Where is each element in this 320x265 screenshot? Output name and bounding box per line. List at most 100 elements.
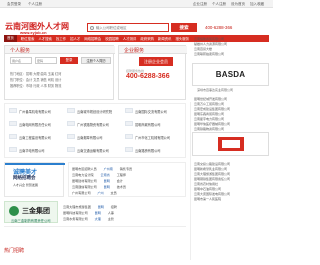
right-list-2-item-1[interactable]: 云南交投公路建设有限公司 — [194, 162, 230, 166]
company-item[interactable]: 广州铁路物资有限公司 — [77, 122, 109, 127]
nav-talent-search[interactable]: 人才搜索 — [38, 36, 52, 41]
company-logo-thumb — [125, 121, 133, 126]
nav-headhunter[interactable]: 猎头服务 — [175, 36, 189, 41]
company-logo-thumb — [67, 108, 75, 113]
password-field[interactable] — [35, 57, 57, 64]
topbar-left-links: 会员登录 个人注册 — [7, 2, 42, 7]
right-list-2-item-7[interactable]: 云南大唐国际发电有限公司 — [194, 192, 230, 196]
job-row[interactable]: 广州有限公司 广州 文员 — [72, 190, 117, 195]
enterprise-register-button[interactable]: 注册企业会员 — [139, 57, 173, 66]
center-title: 企业服务 — [124, 48, 145, 54]
company-item[interactable]: 云南城市规划设计研究院 — [77, 109, 112, 114]
job-company: 昆明建材有限公司 — [72, 179, 97, 183]
enterprise-service-panel: 企业服务 注册企业会员 招聘服务热线 400-6288-366 — [118, 45, 187, 100]
search-input[interactable] — [96, 25, 166, 31]
nav-job-search[interactable]: 职位搜索 — [21, 36, 35, 41]
company-item[interactable]: 云南工程建设有限公司 — [19, 135, 51, 140]
job-row[interactable]: 云南电力设计院 云南省 工程师 — [72, 172, 126, 177]
login-form: 登录 注册个人简历 — [10, 57, 114, 66]
job-title: 工程师 — [116, 173, 126, 177]
job-company: 昆明市区招聘人员 — [72, 167, 97, 171]
bottom-title: 人事 — [107, 211, 114, 215]
right-ad-2[interactable]: 楚雄州人力资源有限公司 — [194, 42, 227, 46]
company-item[interactable]: 云南交通运输有限公司 — [77, 148, 109, 153]
bottom-company: 云南大理市旅游集团 — [63, 205, 91, 209]
right-list-1-item-2[interactable]: 云南万众工贸有限公司 — [194, 102, 224, 106]
search-box[interactable] — [87, 23, 169, 32]
nav-assessment[interactable]: 人才测评 — [123, 36, 137, 41]
personal-service-panel: 个人服务 登录 注册个人简历 热门地区：昆明 大理 曲靖 玉溪 红河 热门职位：… — [4, 45, 115, 100]
set-homepage-link[interactable]: 设为首页 — [231, 2, 245, 7]
right-list-1-item-4[interactable]: 昆明东森商贸有限公司 — [194, 112, 224, 116]
header: 云南河图外人才网 www.xyjob.cn 搜索 400-6288-366 — [0, 9, 273, 35]
nav-home[interactable]: 首页 — [4, 35, 17, 42]
hot-job-row: 热门职位：会计 文员 销售 司机 设计 — [10, 78, 62, 82]
search-button[interactable]: 搜索 — [171, 23, 197, 32]
company-logo-thumb — [125, 108, 133, 113]
company-item[interactable]: 云南路桥有限公司 — [135, 148, 161, 153]
company-logo-thumb — [125, 134, 133, 139]
nav-news[interactable]: 新闻资讯 — [158, 36, 172, 41]
person-register-link[interactable]: 个人注册 — [212, 2, 226, 7]
company-logo-thumb — [125, 147, 133, 152]
add-favorite-link[interactable]: 加入收藏 — [250, 2, 264, 7]
bottom-job-row[interactable]: 昆明科技有限公司 昆明 人事 — [63, 210, 114, 215]
job-row[interactable]: 云南通信有限公司 昆明 技术员 — [72, 184, 126, 189]
bottom-location: 昆明 — [97, 205, 104, 209]
nav-online-fair[interactable]: 网络招聘会 — [84, 36, 101, 41]
main-nav: 首页 职位搜索 人才搜索 找工作 招人才 网络招聘会 校园招聘 人才测评 政府采… — [4, 35, 269, 42]
recommended-job-row: 推荐职位：市场 行政 人事 财务 物流 — [10, 84, 62, 88]
right-company-badge[interactable] — [192, 132, 269, 156]
hot-area-row: 热门地区：昆明 大理 曲靖 玉溪 红河 — [10, 72, 62, 76]
promo-accent — [5, 163, 65, 165]
right-list-2-item-5[interactable]: 云南省农村信用社 — [194, 182, 218, 186]
company-logo-thumb — [67, 147, 75, 152]
job-company: 云南电力设计院 — [72, 173, 94, 177]
company-item[interactable]: 云南华电有限公司 — [19, 148, 45, 153]
company-register-link[interactable]: 企业注册 — [193, 2, 207, 7]
nav-find-job[interactable]: 找工作 — [56, 36, 66, 41]
nav-procurement[interactable]: 政府采购 — [140, 36, 154, 41]
sanjin-logo-icon — [9, 206, 19, 216]
username-field[interactable] — [10, 57, 32, 64]
right-list-2-item-8[interactable]: 昆明市第一人民医院 — [194, 197, 221, 201]
basda-ad[interactable]: BASDA — [192, 63, 269, 86]
register-link[interactable]: 个人注册 — [28, 2, 42, 7]
right-list-2-item-6[interactable]: 昆明中石油有限公司 — [194, 187, 221, 191]
company-item[interactable]: 云南电网有限责任公司 — [19, 122, 51, 127]
recruit-promo-banner[interactable]: 诚聘美才 网络招聘会 人才兴企 智慧发展 — [4, 162, 65, 197]
right-ad-1[interactable]: 云南恒隆商贸有限公司 — [194, 37, 224, 41]
right-list-1-item-6[interactable]: 昆明华信医疗器械有限公司 — [194, 122, 230, 126]
sanjin-subtitle: 云南三金制药有限责任公司 — [11, 219, 51, 223]
sanjin-banner[interactable]: 三金集团 云南三金制药有限责任公司 — [4, 201, 58, 223]
company-item[interactable]: 云南国际交流有限公司 — [135, 109, 167, 114]
nav-campus[interactable]: 校园招聘 — [105, 36, 119, 41]
flag-icon — [217, 137, 244, 151]
right-list-1-item-1[interactable]: 昆明世纪城开发有限公司 — [194, 97, 227, 101]
register-resume-button[interactable]: 注册个人简历 — [81, 57, 111, 64]
company-item[interactable]: 广州市化工机械有限公司 — [135, 135, 170, 140]
right-list-2-item-3[interactable]: 云南大理旅游集团有限公司 — [194, 172, 230, 176]
company-item[interactable]: 昆明商城有限公司 — [135, 122, 161, 127]
login-button[interactable]: 登录 — [60, 57, 78, 64]
login-link[interactable]: 会员登录 — [7, 2, 21, 7]
company-item[interactable]: 广州番禺机电有限公司 — [19, 109, 51, 114]
right-list-1-item-3[interactable]: 云南宏成建设集团有限公司 — [194, 107, 230, 111]
bottom-title: 主管 — [107, 217, 114, 221]
company-logo-thumb — [9, 121, 17, 126]
job-row[interactable]: 昆明市区招聘人员 广州南 销售专员 — [72, 166, 132, 171]
job-title: 销售专员 — [119, 167, 133, 171]
right-list-2-item-2[interactable]: 昆明新希望乳业有限公司 — [194, 167, 227, 171]
nav-hire[interactable]: 招人才 — [70, 36, 80, 41]
right-list-1-item-7[interactable]: 云南铁路物资有限公司 — [194, 127, 224, 131]
bottom-job-row[interactable]: 云南大理市旅游集团 昆明 招聘 — [63, 204, 117, 209]
bottom-job-row[interactable]: 云南水务有限公司 大理 主管 — [63, 216, 114, 221]
job-location: 昆明 — [103, 185, 110, 189]
right-list-2-item-4[interactable]: 昆明钢铁集团有限责任公司 — [194, 177, 230, 181]
right-ad-3[interactable]: 云南百货大楼 — [194, 47, 212, 51]
company-item[interactable]: 云南烟草有限公司 — [77, 135, 103, 140]
promo-subtitle: 网络招聘会 — [13, 175, 36, 180]
right-list-1-item-5[interactable]: 云南星宇电力有限公司 — [194, 117, 224, 121]
right-ad-4[interactable]: 云南联邦拍卖有限公司 — [194, 52, 224, 56]
job-row[interactable]: 昆明建材有限公司 昆明 会计 — [72, 178, 123, 183]
